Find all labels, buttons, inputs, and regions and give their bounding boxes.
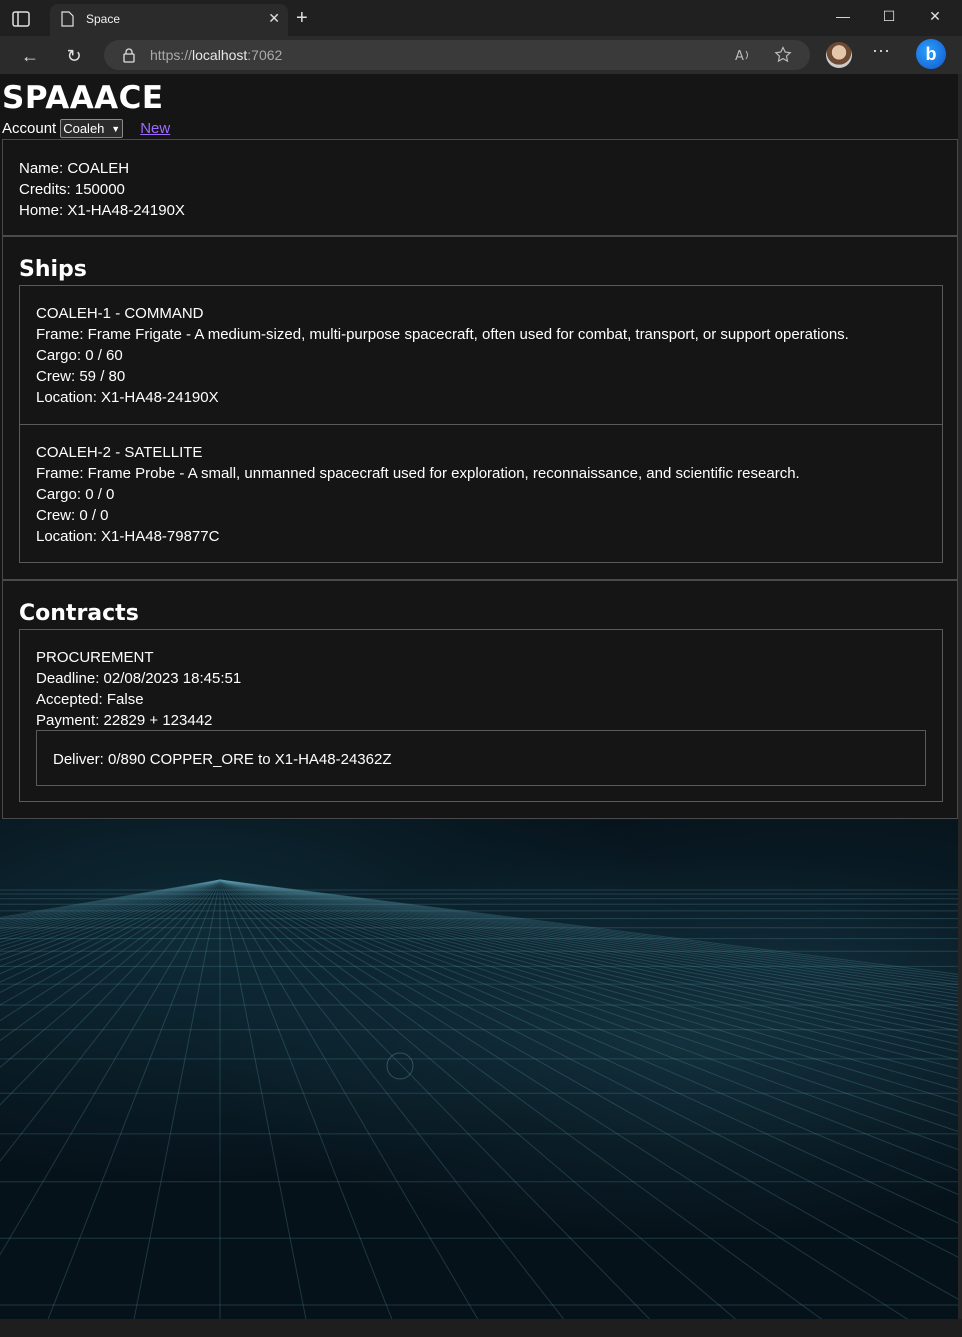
ships-heading: Ships bbox=[19, 257, 87, 282]
profile-avatar[interactable] bbox=[826, 42, 852, 68]
minimize-icon[interactable]: — bbox=[820, 4, 866, 28]
new-account-link[interactable]: New bbox=[140, 120, 170, 137]
contracts-heading: Contracts bbox=[19, 601, 139, 626]
close-window-icon[interactable]: ✕ bbox=[912, 4, 958, 28]
ship-frame: Frame: Frame Frigate - A medium-sized, m… bbox=[36, 326, 849, 343]
agent-info-panel: Name: COALEH Credits: 150000 Home: X1-HA… bbox=[2, 139, 958, 237]
ship-cargo: Cargo: 0 / 0 bbox=[36, 486, 115, 503]
svg-text:A: A bbox=[735, 49, 744, 64]
ship-card: COALEH-2 - SATELLITE Frame: Frame Probe … bbox=[19, 424, 943, 563]
url-text: https://localhost:7062 bbox=[150, 47, 283, 63]
url-input[interactable]: https://localhost:7062 A bbox=[104, 40, 810, 70]
tab-title: Space bbox=[86, 12, 121, 26]
close-tab-icon[interactable]: ✕ bbox=[268, 10, 280, 27]
chevron-down-icon: ▼ bbox=[111, 123, 121, 134]
ship-card: COALEH-1 - COMMAND Frame: Frame Frigate … bbox=[19, 285, 943, 425]
account-label: Account bbox=[2, 120, 57, 137]
maximize-icon[interactable]: ☐ bbox=[866, 4, 912, 28]
address-bar-row: ← ↻ https://localhost:7062 A ··· b bbox=[0, 36, 962, 74]
app-title: SPAAACE bbox=[2, 80, 164, 116]
perspective-grid bbox=[0, 879, 962, 1319]
lock-icon[interactable] bbox=[122, 47, 136, 68]
ship-cargo: Cargo: 0 / 60 bbox=[36, 347, 123, 364]
read-aloud-icon[interactable]: A bbox=[734, 46, 752, 69]
contract-card: PROCUREMENT Deadline: 02/08/2023 18:45:5… bbox=[19, 629, 943, 802]
ship-location: Location: X1-HA48-24190X bbox=[36, 389, 219, 406]
agent-home: Home: X1-HA48-24190X bbox=[19, 202, 185, 219]
agent-name: Name: COALEH bbox=[19, 160, 130, 177]
space-grid-background bbox=[0, 820, 962, 1319]
account-select[interactable]: Coaleh ▼ bbox=[60, 119, 124, 138]
tab-actions-icon[interactable] bbox=[10, 8, 42, 30]
ships-panel: Ships COALEH-1 - COMMAND Frame: Frame Fr… bbox=[2, 235, 958, 581]
contract-type: PROCUREMENT bbox=[36, 649, 154, 666]
window-bottom-edge bbox=[0, 1319, 962, 1337]
account-row: Account Coaleh ▼ New bbox=[2, 119, 170, 138]
delivery-text: Deliver: 0/890 COPPER_ORE to X1-HA48-243… bbox=[53, 751, 392, 768]
ship-location: Location: X1-HA48-79877C bbox=[36, 528, 220, 545]
back-icon[interactable]: ← bbox=[16, 42, 44, 70]
browser-tab-bar: Space ✕ + — ☐ ✕ bbox=[0, 0, 962, 36]
favorite-star-icon[interactable] bbox=[774, 46, 792, 69]
ship-crew: Crew: 0 / 0 bbox=[36, 507, 109, 524]
contract-deadline: Deadline: 02/08/2023 18:45:51 bbox=[36, 670, 242, 687]
crosshair-icon bbox=[386, 1052, 414, 1080]
new-tab-icon[interactable]: + bbox=[296, 6, 308, 30]
bing-icon[interactable]: b bbox=[916, 39, 946, 69]
ship-title: COALEH-1 - COMMAND bbox=[36, 305, 204, 322]
contracts-panel: Contracts PROCUREMENT Deadline: 02/08/20… bbox=[2, 579, 958, 819]
contract-delivery: Deliver: 0/890 COPPER_ORE to X1-HA48-243… bbox=[36, 730, 926, 786]
page-content: SPAAACE Account Coaleh ▼ New Name: COALE… bbox=[0, 74, 962, 1319]
ship-title: COALEH-2 - SATELLITE bbox=[36, 444, 203, 461]
account-selected-value: Coaleh bbox=[63, 121, 105, 136]
browser-tab[interactable]: Space ✕ bbox=[50, 4, 288, 36]
page-icon bbox=[60, 11, 74, 32]
ship-crew: Crew: 59 / 80 bbox=[36, 368, 126, 385]
agent-credits: Credits: 150000 bbox=[19, 181, 125, 198]
window-edge bbox=[958, 74, 962, 1319]
refresh-icon[interactable]: ↻ bbox=[60, 42, 88, 70]
more-menu-icon[interactable]: ··· bbox=[872, 40, 890, 61]
ship-frame: Frame: Frame Probe - A small, unmanned s… bbox=[36, 465, 800, 482]
contract-payment: Payment: 22829 + 123442 bbox=[36, 712, 213, 729]
contract-accepted: Accepted: False bbox=[36, 691, 144, 708]
